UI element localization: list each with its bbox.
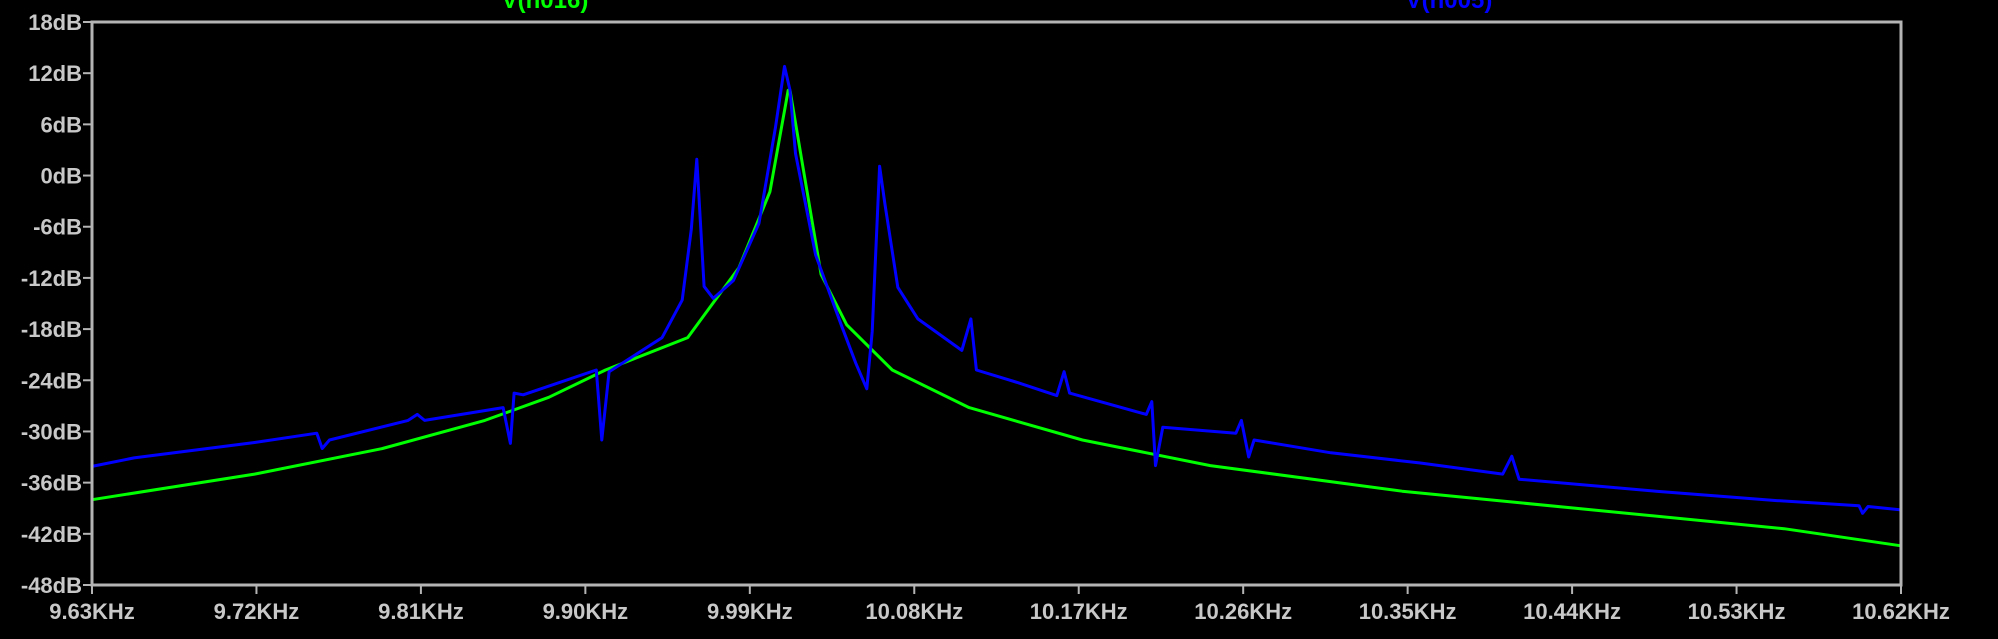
plot-frame [90,20,1903,587]
bode-plot: V(n016) V(n005) 18dB 12dB 6dB 0dB -6dB -12dB -… [21,0,1950,624]
x-tick-label: 9.99KHz [707,599,793,624]
series-line-v-n016 [91,88,1902,548]
series-line-v-n005 [91,64,1902,515]
x-tick-label: 10.44KHz [1523,599,1621,624]
x-tick-label: 9.81KHz [378,599,464,624]
y-tick-label: -36dB [21,471,82,496]
y-tick-label: 12dB [28,61,82,86]
x-tick-label: 10.62KHz [1852,599,1950,624]
y-tick-label: -30dB [21,419,82,444]
y-tick-label: -6dB [33,215,82,240]
y-tick-label: -24dB [21,368,82,393]
y-tick-label: -42dB [21,522,82,547]
legend-v-n016[interactable]: V(n016) [502,0,589,14]
x-tick-label: 10.53KHz [1688,599,1786,624]
x-tick-label: 9.63KHz [49,599,135,624]
y-tick-label: -48dB [21,573,82,598]
x-tick-label: 10.35KHz [1359,599,1457,624]
x-tick-label: 10.17KHz [1030,599,1128,624]
y-tick-label: -18dB [21,317,82,342]
x-tick-label: 9.90KHz [543,599,629,624]
y-tick-label: 18dB [28,10,82,35]
legend-v-n005[interactable]: V(n005) [1406,0,1493,14]
x-tick-label: 9.72KHz [214,599,300,624]
x-tick-label: 10.26KHz [1194,599,1292,624]
x-tick-label: 10.08KHz [865,599,963,624]
y-tick-label: 6dB [40,112,82,137]
y-tick-label: 0dB [40,164,82,189]
y-tick-label: -12dB [21,266,82,291]
